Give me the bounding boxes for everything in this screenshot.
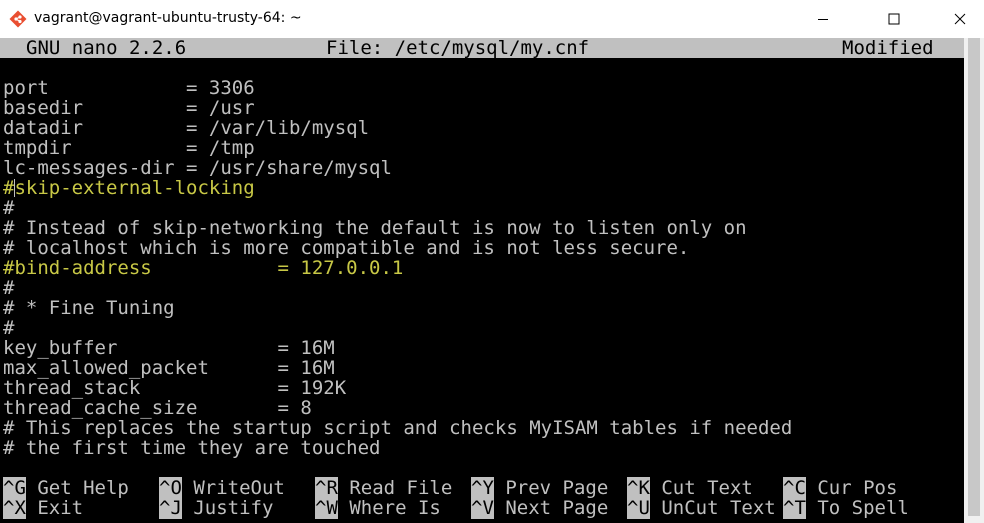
nano-version: GNU nano 2.2.6 xyxy=(26,38,187,59)
editor-line[interactable]: thread_stack = 192K xyxy=(3,378,346,398)
shortcut-key: ^K xyxy=(627,477,650,499)
editor-line[interactable]: thread_cache_size = 8 xyxy=(3,398,312,418)
editor-line[interactable]: port = 3306 xyxy=(3,78,255,98)
shortcut-to-spell[interactable]: ^T To Spell xyxy=(783,497,909,519)
shortcut-where-is[interactable]: ^W Where Is xyxy=(315,497,441,519)
nano-modified-status: Modified xyxy=(842,38,934,59)
shortcut-label: Prev Page xyxy=(493,477,609,499)
text-cursor xyxy=(14,179,15,197)
editor-line[interactable]: # xyxy=(3,198,14,218)
shortcut-label: WriteOut xyxy=(181,477,285,499)
shortcut-label: Justify xyxy=(181,497,274,519)
shortcut-key: ^O xyxy=(159,477,182,499)
shortcut-cur-pos[interactable]: ^C Cur Pos xyxy=(783,477,898,499)
shortcut-exit[interactable]: ^X Exit xyxy=(3,497,84,519)
editor-line[interactable]: datadir = /var/lib/mysql xyxy=(3,118,369,138)
nano-header-bar: GNU nano 2.2.6 File: /etc/mysql/my.cnf M… xyxy=(0,38,964,58)
shortcut-label: Cut Text xyxy=(649,477,753,499)
editor-line[interactable]: # Instead of skip-networking the default… xyxy=(3,218,747,238)
shortcut-label: Next Page xyxy=(493,497,609,519)
editor-line[interactable]: # localhost which is more compatible and… xyxy=(3,238,689,258)
shortcut-label: Where Is xyxy=(337,497,441,519)
maximize-button[interactable] xyxy=(871,0,917,38)
shortcut-label: UnCut Text xyxy=(649,497,776,519)
nano-file-name: File: /etc/mysql/my.cnf xyxy=(326,38,590,59)
title-bar[interactable]: vagrant@vagrant-ubuntu-trusty-64: ~ xyxy=(0,0,984,38)
scrollbar-thumb[interactable] xyxy=(968,38,980,516)
shortcut-key: ^U xyxy=(627,497,650,519)
terminal-area[interactable]: GNU nano 2.2.6 File: /etc/mysql/my.cnf M… xyxy=(0,38,964,523)
editor-line[interactable]: max_allowed_packet = 16M xyxy=(3,358,335,378)
shortcut-uncut-text[interactable]: ^U UnCut Text xyxy=(627,497,776,519)
shortcut-justify[interactable]: ^J Justify xyxy=(159,497,274,519)
editor-line[interactable]: # xyxy=(3,278,14,298)
shortcut-read-file[interactable]: ^R Read File xyxy=(315,477,453,499)
minimize-icon xyxy=(818,19,828,20)
shortcut-label: Exit xyxy=(25,497,84,519)
shortcut-label: Cur Pos xyxy=(805,477,898,499)
editor-line[interactable]: # the first time they are touched xyxy=(3,438,381,458)
editor-line-cursor[interactable]: #skip-external-locking xyxy=(3,178,255,198)
editor-line[interactable]: key_buffer = 16M xyxy=(3,338,335,358)
shortcut-key: ^T xyxy=(783,497,806,519)
shortcut-key: ^V xyxy=(471,497,494,519)
minimize-button[interactable] xyxy=(800,0,846,38)
vertical-scrollbar[interactable] xyxy=(964,38,984,523)
shortcut-key: ^W xyxy=(315,497,338,519)
editor-line[interactable]: # This replaces the startup script and c… xyxy=(3,418,792,438)
shortcut-label: Get Help xyxy=(25,477,129,499)
window-title: vagrant@vagrant-ubuntu-trusty-64: ~ xyxy=(34,10,302,26)
shortcut-next-page[interactable]: ^V Next Page xyxy=(471,497,609,519)
shortcut-key: ^J xyxy=(159,497,182,519)
shortcut-prev-page[interactable]: ^Y Prev Page xyxy=(471,477,609,499)
shortcut-label: Read File xyxy=(337,477,453,499)
shortcut-writeout[interactable]: ^O WriteOut xyxy=(159,477,285,499)
shortcut-key: ^C xyxy=(783,477,806,499)
editor-line-text: #skip-external-locking xyxy=(3,177,255,199)
shortcut-key: ^Y xyxy=(471,477,494,499)
maximize-icon xyxy=(888,13,900,25)
close-button[interactable] xyxy=(937,0,983,38)
editor-line[interactable]: #bind-address = 127.0.0.1 xyxy=(3,258,403,278)
close-icon xyxy=(954,13,966,25)
shortcut-get-help[interactable]: ^G Get Help xyxy=(3,477,129,499)
shortcut-key: ^X xyxy=(3,497,26,519)
shortcut-label: To Spell xyxy=(805,497,909,519)
editor-line[interactable]: tmpdir = /tmp xyxy=(3,138,255,158)
terminal-window: vagrant@vagrant-ubuntu-trusty-64: ~ GNU … xyxy=(0,0,984,523)
editor-line[interactable]: # * Fine Tuning xyxy=(3,298,175,318)
editor-line[interactable]: basedir = /usr xyxy=(3,98,255,118)
shortcut-key: ^R xyxy=(315,477,338,499)
git-bash-diamond-icon xyxy=(9,10,27,28)
shortcut-key: ^G xyxy=(3,477,26,499)
editor-line[interactable]: # xyxy=(3,318,14,338)
editor-line[interactable]: lc-messages-dir = /usr/share/mysql xyxy=(3,158,392,178)
shortcut-cut-text[interactable]: ^K Cut Text xyxy=(627,477,753,499)
